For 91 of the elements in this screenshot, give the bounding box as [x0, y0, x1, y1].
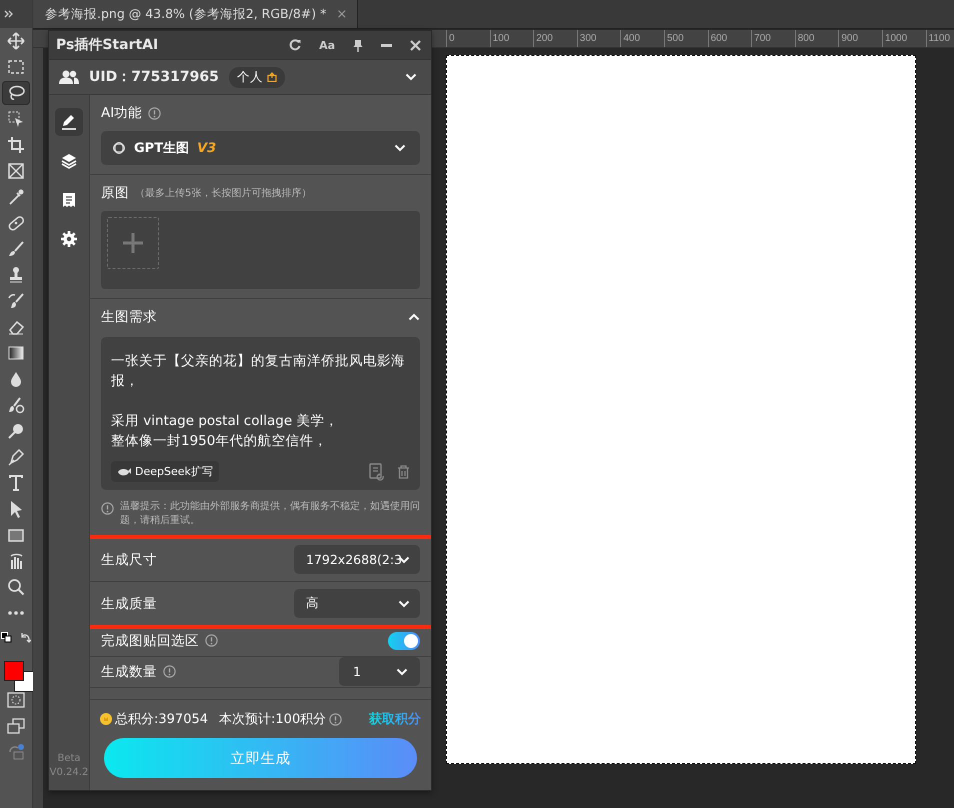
chevron-down-icon — [396, 668, 408, 676]
ruler-label: 1100 — [926, 30, 954, 47]
quick-mask-icon[interactable] — [7, 692, 25, 708]
swap-colors-icon[interactable] — [20, 632, 31, 643]
settings-icon — [60, 230, 78, 248]
chevron-down-icon[interactable] — [405, 73, 417, 81]
eyedropper-tool-icon — [7, 188, 25, 206]
history-brush-tool-icon — [7, 292, 25, 310]
chevron-down-icon — [394, 144, 406, 152]
edit-icon — [60, 113, 78, 131]
dodge-tool-icon — [7, 422, 25, 440]
ruler-label: 700 — [751, 30, 795, 47]
bandage-tool-icon — [7, 214, 25, 232]
service-tip: 温馨提示：此功能由外部服务商提供，偶有服务不稳定，如遇使用问题，请稍后重试。 — [120, 500, 420, 528]
document-title: 参考海报.png @ 43.8% (参考海报2, RGB/8#) * — [45, 6, 326, 22]
minimize-icon[interactable] — [381, 44, 392, 46]
refresh-icon[interactable] — [289, 39, 302, 51]
ai-function-dropdown[interactable]: GPT生图 V3 — [101, 131, 420, 165]
foreground-color-swatch[interactable] — [4, 661, 24, 681]
setting-label: 生成尺寸 — [101, 550, 157, 568]
collapse-button[interactable] — [408, 313, 420, 321]
warning-icon — [101, 502, 114, 515]
upgrade-icon — [266, 72, 277, 82]
upload-hint: （最多上传5张，长按图片可拖拽排序） — [135, 186, 312, 200]
pin-icon[interactable] — [353, 38, 363, 52]
document-icon — [60, 191, 78, 209]
total-points: 总积分:397054 — [115, 711, 208, 728]
prompt-field[interactable]: 一张关于【父亲的花】的复古南洋侨批风电影海报， 采用 vintage postal collage 美学， 整体像一封1950年代的航空信件， DeepSeek扩写 — [101, 337, 420, 490]
more-tools-icon — [7, 611, 25, 615]
ruler-label: 400 — [620, 30, 664, 47]
section-title: 原图 — [101, 184, 129, 202]
toggle-switch[interactable] — [388, 632, 420, 650]
setting-dropdown[interactable]: 1 — [339, 657, 420, 686]
setting-dropdown[interactable]: 高 — [294, 589, 420, 618]
font-size-button[interactable]: Aa — [319, 38, 335, 52]
brush-tool-icon — [7, 240, 25, 258]
coin-icon — [100, 713, 112, 725]
eraser-tool-icon — [7, 318, 25, 336]
ruler-label: 500 — [664, 30, 708, 47]
plus-icon — [122, 232, 144, 254]
section-title: 生图需求 — [101, 308, 157, 326]
chevron-down-icon — [398, 600, 410, 608]
deepseek-expand-button[interactable]: DeepSeek扩写 — [111, 461, 219, 482]
layers-icon — [60, 152, 78, 170]
atom-icon — [112, 141, 126, 155]
ruler-label: 900 — [838, 30, 882, 47]
expand-chevrons-icon[interactable] — [4, 10, 14, 18]
object-select-tool-icon — [7, 110, 25, 128]
user-id: UID：775317965 — [89, 68, 219, 86]
section-title: AI功能 — [101, 104, 142, 122]
move-tool-icon — [7, 32, 25, 50]
type-tool-icon — [7, 474, 25, 492]
whale-icon — [117, 466, 131, 476]
setting-label: 生成质量 — [101, 594, 157, 612]
setting-dropdown[interactable]: 1792x2688(2:3 — [294, 545, 420, 574]
marquee-tool-icon — [7, 58, 25, 76]
gradient-tool-icon — [7, 344, 25, 362]
lasso-tool-icon — [7, 84, 25, 102]
crop-tool-icon — [7, 136, 25, 154]
edit-tab[interactable] — [55, 108, 83, 136]
info-icon — [205, 634, 218, 648]
ruler-label: 300 — [576, 30, 620, 47]
lasso-tool-button[interactable] — [2, 81, 30, 105]
setting-label: 生成数量 — [101, 662, 157, 681]
ruler-label: 800 — [794, 30, 838, 47]
info-icon — [148, 106, 162, 120]
default-colors-icon[interactable] — [1, 632, 12, 643]
panel-title: Ps插件StartAI — [56, 36, 160, 54]
trash-icon[interactable] — [397, 464, 410, 478]
estimated-cost: 本次预计:100积分 — [219, 711, 326, 728]
smudge-tool-icon — [7, 396, 25, 414]
close-icon[interactable] — [410, 40, 421, 50]
paste-document-icon[interactable] — [369, 462, 385, 480]
ruler-label: 100 — [490, 30, 534, 47]
pen-tool-icon — [7, 448, 25, 466]
ruler-label: 0 — [446, 30, 490, 47]
document-tab[interactable]: 参考海报.png @ 43.8% (参考海报2, RGB/8#) * × — [33, 0, 358, 28]
ruler-label: 1000 — [882, 30, 926, 47]
ruler-label: 600 — [708, 30, 752, 47]
info-icon — [329, 712, 342, 726]
account-badge: 个人 — [228, 66, 285, 88]
zoom-tool-icon — [7, 578, 25, 596]
users-icon — [59, 69, 79, 85]
version-label: Beta V0.24.2 — [50, 752, 88, 780]
ruler-label: 200 — [533, 30, 577, 47]
chevron-up-icon — [408, 313, 420, 321]
setting-label: 完成图贴回选区 — [101, 632, 199, 650]
info-icon — [163, 665, 176, 678]
stamp-tool-icon — [7, 266, 25, 284]
screen-mode-icon[interactable] — [7, 718, 25, 734]
frame-tool-icon — [7, 162, 25, 180]
